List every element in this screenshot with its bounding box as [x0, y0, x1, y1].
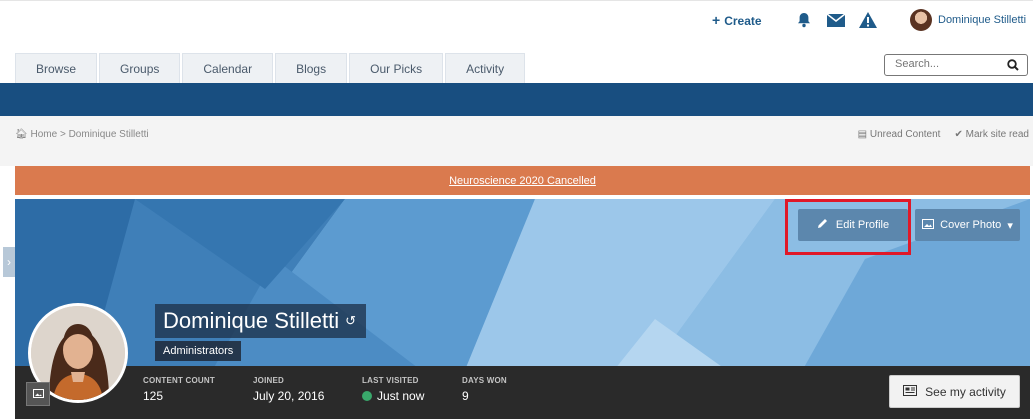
newspaper-icon: ▤ [857, 129, 868, 140]
cover-photo-label: Cover Photo [940, 219, 1002, 231]
search-input[interactable] [895, 58, 995, 70]
tab-calendar[interactable]: Calendar [182, 53, 274, 83]
tab-activity[interactable]: Activity [445, 53, 526, 83]
profile-name: Dominique Stilletti [163, 308, 340, 333]
stat-label: DAYS WON [462, 376, 507, 385]
search-icon[interactable] [1007, 58, 1019, 76]
user-menu[interactable]: Dominique Stilletti [910, 9, 1026, 31]
stat-label: JOINED [253, 376, 284, 385]
breadcrumb: 🏠︎ Home > Dominique Stilletti [15, 129, 149, 140]
tab-blogs[interactable]: Blogs [275, 53, 348, 83]
highlight-box [785, 199, 911, 255]
change-photo-button[interactable] [26, 382, 50, 406]
stat-value: 125 [143, 389, 215, 403]
create-label: Create [724, 14, 762, 28]
main-nav: Browse Groups Calendar Blogs Our Picks A… [15, 53, 526, 83]
image-icon [922, 218, 935, 232]
stat-last-visited: LAST VISITED Just now [362, 376, 424, 403]
joined-value: July 20, 2016 [253, 389, 325, 403]
stats-bar: CONTENT COUNT 125 JOINED July 20, 2016 L… [15, 366, 1030, 419]
plus-icon: + [712, 12, 721, 28]
see-my-activity-button[interactable]: See my activity [889, 375, 1020, 408]
mark-site-read-link[interactable]: ✔ Mark site read [954, 129, 1029, 140]
mark-site-read-label: Mark site read [965, 129, 1029, 140]
check-icon: ✔ [954, 129, 963, 140]
newspaper-icon [903, 384, 918, 399]
messages-envelope-icon[interactable] [826, 10, 846, 30]
breadcrumb-separator: > [59, 129, 66, 140]
top-bar: + Create Dominique Stilletti [0, 0, 1033, 40]
breadcrumb-home[interactable]: Home [30, 129, 57, 140]
tab-our-picks[interactable]: Our Picks [349, 53, 444, 83]
see-my-activity-label: See my activity [925, 384, 1006, 399]
user-name: Dominique Stilletti [938, 14, 1027, 26]
create-button[interactable]: + Create [712, 12, 762, 28]
caret-down-icon: ▾ [1007, 219, 1013, 232]
content-count-value: 125 [143, 389, 164, 403]
home-icon: 🏠︎ [15, 129, 28, 140]
stat-value: July 20, 2016 [253, 389, 324, 403]
unread-content-link[interactable]: ▤ Unread Content [858, 129, 941, 140]
breadcrumb-bar: 🏠︎ Home > Dominique Stilletti ▤ Unread C… [0, 116, 1033, 166]
breadcrumb-actions: ▤ Unread Content ✔ Mark site read [858, 129, 1029, 140]
warning-icon[interactable] [858, 10, 878, 30]
stat-content-count: CONTENT COUNT 125 [143, 376, 215, 403]
user-avatar [910, 9, 932, 31]
unread-content-label: Unread Content [869, 129, 941, 140]
announcement-banner: Neuroscience 2020 Cancelled [15, 166, 1030, 195]
stat-value: 9 [462, 389, 507, 403]
stat-label: CONTENT COUNT [143, 376, 215, 385]
tab-browse[interactable]: Browse [15, 53, 98, 83]
stat-label: LAST VISITED [362, 376, 419, 385]
history-icon[interactable]: ↺ [345, 313, 356, 329]
chevron-right-icon: › [7, 255, 11, 269]
stat-value: Just now [362, 389, 424, 403]
sidebar-toggle[interactable]: › [3, 247, 15, 277]
breadcrumb-current: Dominique Stilletti [68, 129, 149, 140]
stat-days-won: DAYS WON 9 [462, 376, 507, 403]
stat-joined: JOINED July 20, 2016 [253, 376, 324, 403]
profile-group: Administrators [155, 341, 242, 361]
cover-photo-button[interactable]: Cover Photo ▾ [915, 209, 1020, 241]
notifications-bell-icon[interactable] [794, 10, 814, 30]
last-visited-value: Just now [377, 389, 425, 403]
online-status-icon [362, 391, 372, 401]
announcement-link[interactable]: Neuroscience 2020 Cancelled [449, 175, 596, 187]
brand-bar [0, 83, 1033, 116]
image-icon [32, 385, 44, 403]
days-won-value: 9 [462, 389, 469, 403]
search-box [884, 54, 1028, 76]
tab-groups[interactable]: Groups [99, 53, 181, 83]
profile-name-box: Dominique Stilletti ↺ [155, 304, 366, 338]
